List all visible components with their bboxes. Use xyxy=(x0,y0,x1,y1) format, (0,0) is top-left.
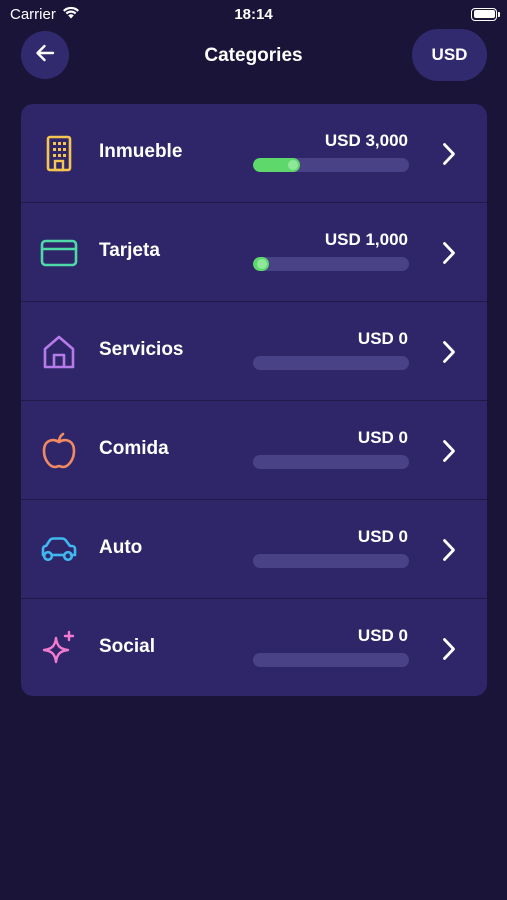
progress-bar xyxy=(253,653,409,667)
progress-bar xyxy=(253,455,409,469)
carrier-label: Carrier xyxy=(10,5,56,23)
credit-card-icon xyxy=(40,234,78,272)
chevron-right-icon xyxy=(437,537,461,563)
category-amount: USD 3,000 xyxy=(324,131,408,150)
chevron-right-icon xyxy=(437,438,461,464)
category-row-comida[interactable]: Comida USD 0 xyxy=(21,401,487,500)
currency-button[interactable]: USD xyxy=(412,29,487,81)
chevron-right-icon xyxy=(437,339,461,365)
category-amount: USD 0 xyxy=(357,428,408,447)
status-bar: Carrier 18:14 xyxy=(0,0,507,28)
category-amount: USD 0 xyxy=(357,329,408,348)
category-amount: USD 0 xyxy=(357,626,408,645)
building-icon xyxy=(40,135,78,173)
progress-bar xyxy=(253,554,409,568)
status-left: Carrier xyxy=(10,6,80,23)
progress-bar xyxy=(253,257,409,271)
category-label: Inmueble xyxy=(99,141,183,162)
chevron-right-icon xyxy=(437,141,461,167)
back-button[interactable] xyxy=(21,31,69,79)
category-amount: USD 0 xyxy=(357,527,408,546)
category-row-social[interactable]: Social USD 0 xyxy=(21,599,487,696)
arrow-left-icon xyxy=(35,44,55,67)
category-row-inmueble[interactable]: Inmueble USD 3,000 xyxy=(21,104,487,203)
house-icon xyxy=(40,333,78,371)
progress-bar xyxy=(253,158,409,172)
car-icon xyxy=(40,531,78,569)
category-label: Servicios xyxy=(99,339,184,360)
categories-list: Inmueble USD 3,000 Tarjeta USD 1,000 Servici… xyxy=(21,104,487,696)
chevron-right-icon xyxy=(437,240,461,266)
apple-icon xyxy=(40,432,78,470)
progress-bar xyxy=(253,356,409,370)
progress-fill xyxy=(253,158,300,172)
sparkle-icon xyxy=(40,630,78,668)
category-row-tarjeta[interactable]: Tarjeta USD 1,000 xyxy=(21,203,487,302)
chevron-right-icon xyxy=(437,636,461,662)
category-label: Tarjeta xyxy=(99,240,160,261)
category-row-auto[interactable]: Auto USD 0 xyxy=(21,500,487,599)
category-label: Social xyxy=(99,636,155,657)
page-title: Categories xyxy=(204,45,303,66)
category-label: Comida xyxy=(99,438,169,459)
battery-icon xyxy=(471,7,500,21)
category-amount: USD 1,000 xyxy=(324,230,408,249)
category-row-servicios[interactable]: Servicios USD 0 xyxy=(21,302,487,401)
category-label: Auto xyxy=(99,537,143,558)
wifi-icon xyxy=(62,6,80,23)
header: Categories USD xyxy=(0,28,507,84)
progress-fill xyxy=(253,257,269,271)
